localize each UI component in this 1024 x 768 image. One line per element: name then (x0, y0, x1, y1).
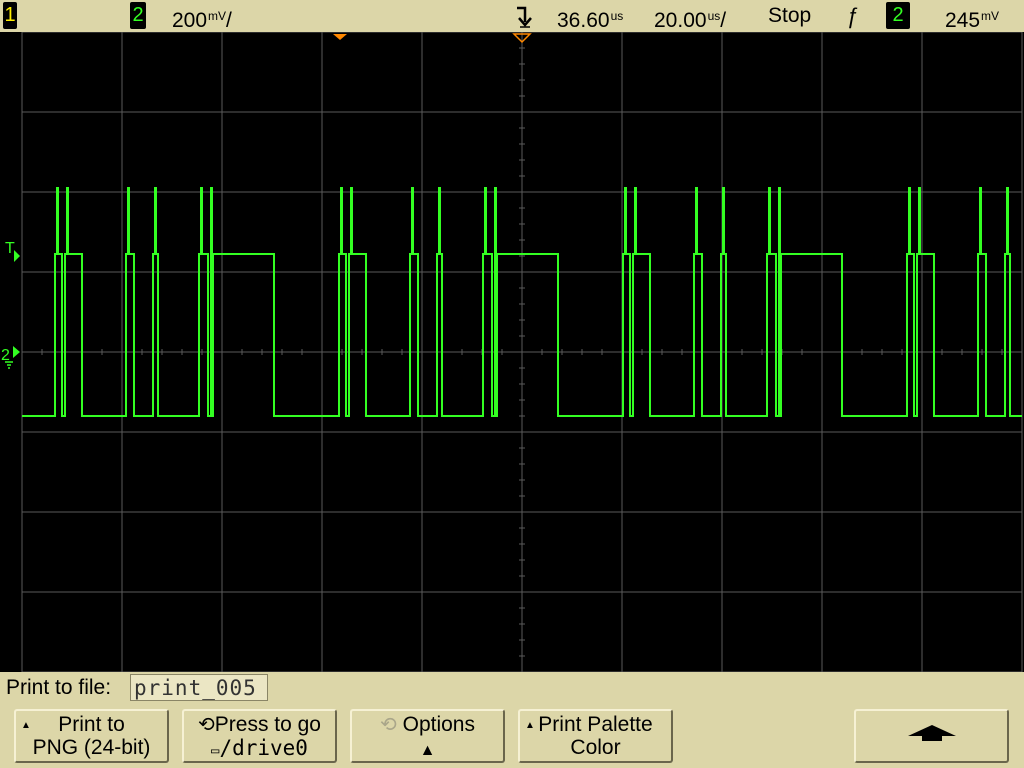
menu-arrow-icon: ▲ (21, 720, 31, 731)
entry-knob-icon: ⟲ (198, 714, 215, 736)
waveform-display[interactable]: T 2 (0, 32, 1024, 672)
trigger-level: 245mV (945, 9, 1000, 32)
graticule: T 2 (1, 32, 1023, 672)
back-up-button[interactable] (854, 709, 1009, 763)
submenu-arrow-icon: ▲ (419, 742, 436, 759)
entry-knob-icon: ⟲ (380, 714, 397, 736)
trigger-level-marker[interactable]: T (5, 240, 15, 257)
back-arrow-icon (907, 725, 956, 741)
time-scale: 20.00us/ (654, 9, 727, 32)
time-delay: 36.60us (557, 9, 624, 32)
options-button[interactable]: ⟲ Options ▲ (350, 709, 505, 763)
filename-field[interactable]: print_005 (130, 674, 268, 701)
channel2-scale: 200mV/ (172, 9, 232, 32)
print-to-file-label: Print to file: (6, 676, 112, 699)
softkey-panel: Print to file: print_005 ▲ Print to PNG … (0, 672, 1024, 768)
trigger-marker-icon (514, 2, 536, 34)
menu-arrow-icon: ▲ (525, 720, 535, 731)
channel1-indicator[interactable]: 1 (3, 2, 17, 29)
print-format-button[interactable]: ▲ Print to PNG (24-bit) (14, 709, 169, 763)
channel2-indicator[interactable]: 2 (130, 2, 146, 29)
trigger-slope-icon: ƒ (846, 3, 859, 28)
status-bar: 1 2 200mV/ 36.60us 20.00us/ Stop ƒ 2 245… (0, 0, 1024, 32)
channel2-ground-arrow (13, 346, 20, 358)
run-state: Stop (768, 4, 812, 27)
horizontal-position-marker[interactable] (333, 34, 347, 40)
print-palette-button[interactable]: ▲ Print Palette Color (518, 709, 673, 763)
trigger-level-arrow (14, 250, 20, 262)
go-to-folder-button[interactable]: ⟲Press to go ▭/drive0 (182, 709, 337, 763)
trigger-source-indicator: 2 (886, 2, 910, 29)
